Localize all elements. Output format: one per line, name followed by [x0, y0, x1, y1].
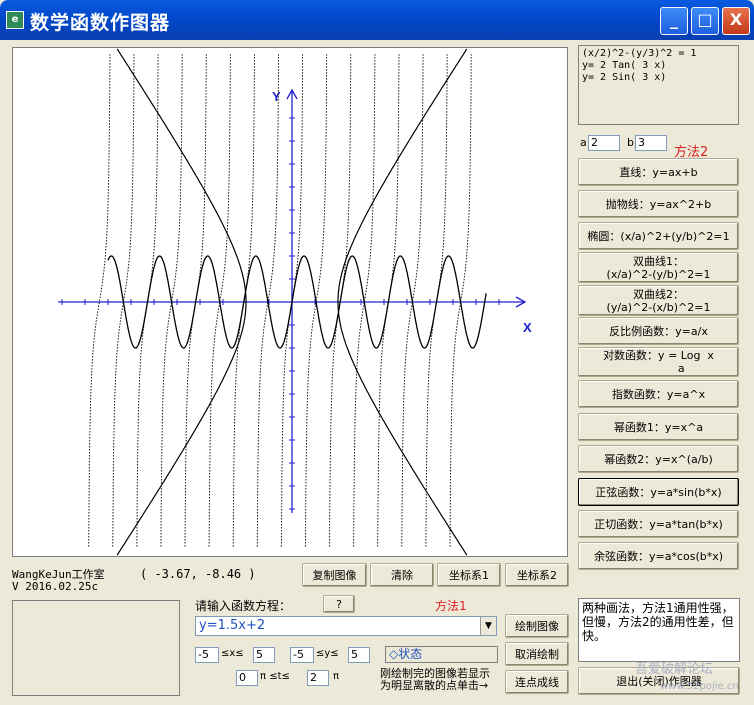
function-button-10[interactable]: 正弦函数：y=a*sin(b*x): [578, 478, 739, 506]
dropdown-arrow-icon[interactable]: ▼: [480, 617, 496, 635]
axes2-button[interactable]: 坐标系2: [505, 563, 569, 587]
function-button-8[interactable]: 幂函数1：y=x^a: [578, 413, 739, 441]
connect-hint: 刚绘制完的图像若显示 为明显离散的点单击→: [380, 667, 490, 692]
a-label: a: [580, 136, 587, 149]
help-button[interactable]: ?: [323, 595, 355, 613]
t-min-input[interactable]: 0: [236, 670, 258, 686]
equation-prompt: 请输入函数方程：: [195, 599, 292, 613]
plot-svg: XY: [58, 48, 532, 556]
title-bar: e 数学函数作图器 _ □ X: [0, 0, 754, 40]
method1-label: 方法1: [435, 599, 467, 613]
y-axis-label: Y: [272, 89, 281, 104]
app-icon[interactable]: e: [6, 11, 24, 29]
function-button-11[interactable]: 正切函数：y=a*tan(b*x): [578, 510, 739, 538]
t-max-input[interactable]: 2: [307, 670, 329, 686]
copy-image-button[interactable]: 复制图像: [302, 563, 367, 587]
function-button-3[interactable]: 双曲线1： (x/a)^2-(y/b)^2=1: [578, 252, 739, 283]
watermark-url: www.52pojie.cn: [660, 681, 739, 692]
y-min-input[interactable]: -5: [290, 647, 314, 663]
b-input[interactable]: 3: [635, 135, 667, 151]
function-button-5[interactable]: 反比例函数：y=a/x: [578, 317, 739, 345]
a-input[interactable]: 2: [588, 135, 620, 151]
method-note: 两种画法，方法1通用性强，但慢，方法2的通用性差，但快。: [578, 598, 740, 662]
coordinate-readout: ( -3.67, -8.46 ): [140, 567, 256, 581]
window-title: 数学函数作图器: [30, 12, 171, 34]
y-max-input[interactable]: 5: [348, 647, 370, 663]
t-range-label: π ≤t≤: [260, 671, 290, 682]
x-max-input[interactable]: 5: [253, 647, 275, 663]
maximize-button[interactable]: □: [691, 7, 719, 35]
function-button-7[interactable]: 指数函数：y=a^x: [578, 380, 739, 408]
draw-button[interactable]: 绘制图像: [505, 614, 569, 638]
x-min-input[interactable]: -5: [195, 647, 219, 663]
x-axis-label: X: [523, 320, 532, 335]
equation-value: y=1.5x+2: [199, 618, 266, 633]
watermark-text: 吾爱破解论坛: [635, 662, 714, 677]
tangent-branch: [88, 54, 111, 547]
status-box: ◇状态: [385, 646, 498, 663]
clear-button[interactable]: 清除: [370, 563, 434, 587]
function-button-0[interactable]: 直线：y=ax+b: [578, 158, 739, 186]
x-range-label: ≤x≤: [221, 648, 244, 659]
cancel-draw-button[interactable]: 取消绘制: [505, 642, 569, 666]
connect-points-button[interactable]: 连点成线: [505, 670, 569, 694]
close-button[interactable]: X: [722, 7, 750, 35]
function-button-9[interactable]: 幂函数2：y=x^(a/b): [578, 445, 739, 473]
t-unit-label: π: [333, 671, 340, 682]
equation-input[interactable]: y=1.5x+2 ▼: [195, 616, 497, 636]
version-label: V 2016.02.25c: [12, 580, 99, 593]
graph-canvas[interactable]: XY: [12, 47, 568, 557]
preview-panel: [12, 600, 180, 696]
axes1-button[interactable]: 坐标系1: [437, 563, 501, 587]
b-label: b: [627, 136, 634, 149]
formula-list: (x/2)^2-(y/3)^2 = 1 y= 2 Tan( 3 x) y= 2 …: [578, 45, 739, 125]
function-button-2[interactable]: 椭圆：(x/a)^2+(y/b)^2=1: [578, 222, 739, 250]
y-range-label: ≤y≤: [316, 648, 339, 659]
function-button-1[interactable]: 抛物线：y=ax^2+b: [578, 190, 739, 218]
function-button-6[interactable]: 对数函数：y = Log x a: [578, 347, 739, 377]
minimize-button[interactable]: _: [660, 7, 688, 35]
function-button-4[interactable]: 双曲线2： (y/a)^2-(x/b)^2=1: [578, 285, 739, 316]
function-button-12[interactable]: 余弦函数：y=a*cos(b*x): [578, 542, 739, 570]
